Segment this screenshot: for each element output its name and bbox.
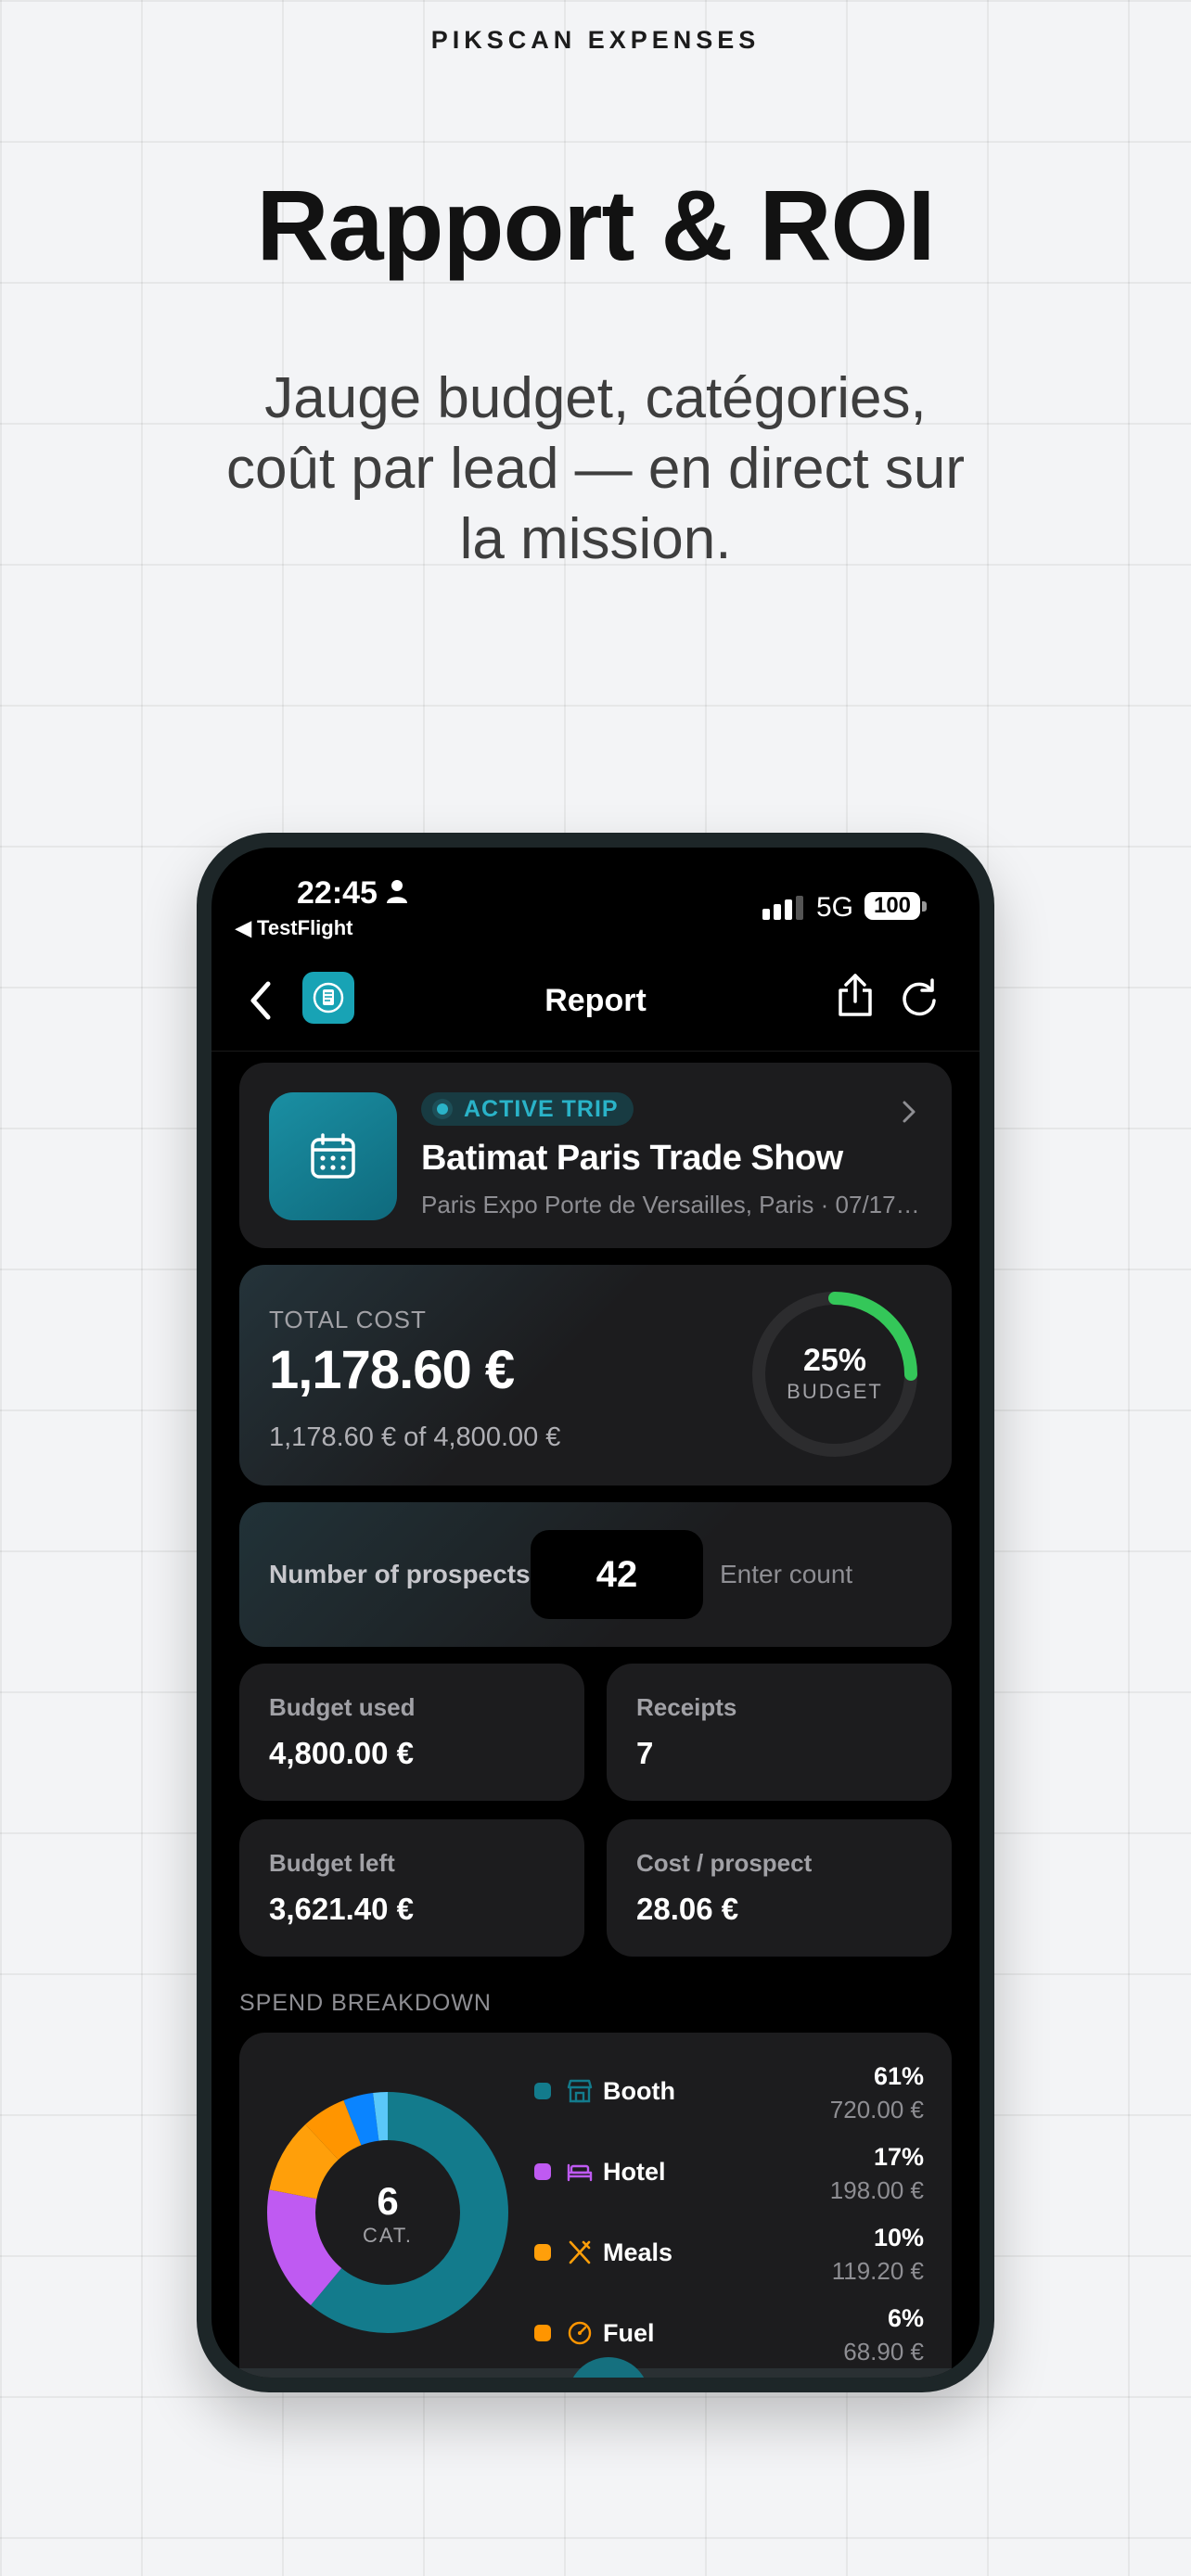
status-dot-icon xyxy=(432,1099,453,1119)
trip-location: Paris Expo Porte de Versailles, Paris · … xyxy=(421,1191,922,1218)
battery-tip xyxy=(922,901,927,912)
phone-frame: 22:45 ◀ TestFlight 5G 100 Report ACTIVE … xyxy=(197,833,994,2392)
battery-indicator: 100 xyxy=(864,892,920,920)
category-name: Meals xyxy=(603,2238,673,2266)
category-row-booth[interactable]: Booth 61% 720.00 € xyxy=(534,2062,924,2136)
utensils-icon xyxy=(566,2238,594,2266)
calendar-icon xyxy=(269,1092,397,1220)
stat-budget-left: Budget left 3,621.40 € xyxy=(239,1819,584,1957)
active-trip-card[interactable]: ACTIVE TRIP Batimat Paris Trade Show Par… xyxy=(239,1063,952,1248)
prospects-card: Number of prospects 42 Enter count xyxy=(239,1502,952,1647)
brand-name: PIKSCAN EXPENSES xyxy=(430,26,761,54)
category-amount: 119.20 € xyxy=(831,2257,924,2285)
category-count-label: CAT. xyxy=(362,2224,414,2247)
bed-icon xyxy=(566,2158,594,2186)
total-cost-card: TOTAL COST 1,178.60 € 1,178.60 € of 4,80… xyxy=(239,1265,952,1486)
total-cost-amount: 1,178.60 € xyxy=(269,1340,515,1400)
page-subtitle: Jauge budget, catégories, coût par lead … xyxy=(225,366,966,571)
budget-gauge-percent: 25% xyxy=(802,1343,867,1378)
category-count: 6 xyxy=(377,2179,399,2223)
chevron-right-icon xyxy=(902,1100,916,1129)
stat-value: 3,621.40 € xyxy=(269,1892,414,1926)
category-color-dot xyxy=(534,2083,551,2099)
network-type: 5G xyxy=(816,892,854,923)
status-bar: 22:45 ◀ TestFlight 5G 100 xyxy=(211,848,980,950)
category-percent: 61% xyxy=(873,2062,924,2090)
category-name: Hotel xyxy=(603,2158,666,2186)
share-icon[interactable] xyxy=(835,972,876,1023)
stat-label: Cost / prospect xyxy=(636,1849,813,1877)
active-trip-badge: ACTIVE TRIP xyxy=(421,1092,634,1126)
spend-breakdown-card: 6 CAT. Booth 61% 720.00 € Hotel 17% 198.… xyxy=(239,2033,952,2378)
prospects-placeholder: Enter count xyxy=(720,1560,853,1588)
total-cost-label: TOTAL COST xyxy=(269,1306,427,1333)
nav-bar: Report xyxy=(211,951,980,1052)
category-percent: 10% xyxy=(873,2224,924,2251)
phone-screen: 22:45 ◀ TestFlight 5G 100 Report ACTIVE … xyxy=(211,848,980,2378)
stat-label: Budget left xyxy=(269,1849,395,1877)
category-name: Booth xyxy=(603,2077,675,2105)
stat-value: 7 xyxy=(636,1736,654,1770)
category-row-meals[interactable]: Meals 10% 119.20 € xyxy=(534,2224,924,2298)
page-headline: Rapport & ROI xyxy=(256,169,936,281)
person-icon xyxy=(386,879,408,908)
category-percent: 6% xyxy=(887,2304,924,2332)
signal-icon xyxy=(762,896,803,925)
stat-label: Receipts xyxy=(636,1693,737,1721)
refresh-icon[interactable] xyxy=(898,976,941,1023)
stat-value: 4,800.00 € xyxy=(269,1736,414,1770)
prospects-label: Number of prospects xyxy=(269,1560,531,1588)
category-amount: 68.90 € xyxy=(843,2338,924,2366)
gauge-icon xyxy=(566,2319,594,2347)
stat-cost-per-prospect: Cost / prospect 28.06 € xyxy=(607,1819,952,1957)
category-name: Fuel xyxy=(603,2319,655,2347)
stat-budget-used: Budget used 4,800.00 € xyxy=(239,1664,584,1801)
category-amount: 720.00 € xyxy=(829,2096,924,2123)
badge-label: ACTIVE TRIP xyxy=(464,1096,619,1122)
trip-name: Batimat Paris Trade Show xyxy=(421,1139,843,1178)
category-color-dot xyxy=(534,2244,551,2261)
category-amount: 198.00 € xyxy=(829,2176,924,2204)
prospects-count-input[interactable]: 42 xyxy=(531,1530,703,1619)
stat-receipts: Receipts 7 xyxy=(607,1664,952,1801)
total-cost-of-budget: 1,178.60 € of 4,800.00 € xyxy=(269,1422,561,1452)
spend-breakdown-title: SPEND BREAKDOWN xyxy=(239,1990,492,2016)
category-percent: 17% xyxy=(873,2143,924,2171)
status-time: 22:45 xyxy=(297,875,378,911)
category-color-dot xyxy=(534,2163,551,2180)
category-row-hotel[interactable]: Hotel 17% 198.00 € xyxy=(534,2143,924,2217)
category-color-dot xyxy=(534,2325,551,2341)
stat-label: Budget used xyxy=(269,1693,416,1721)
storefront-icon xyxy=(566,2077,594,2105)
back-to-testflight[interactable]: ◀ TestFlight xyxy=(236,916,353,940)
stat-value: 28.06 € xyxy=(636,1892,739,1926)
budget-gauge-label: BUDGET xyxy=(787,1380,883,1403)
